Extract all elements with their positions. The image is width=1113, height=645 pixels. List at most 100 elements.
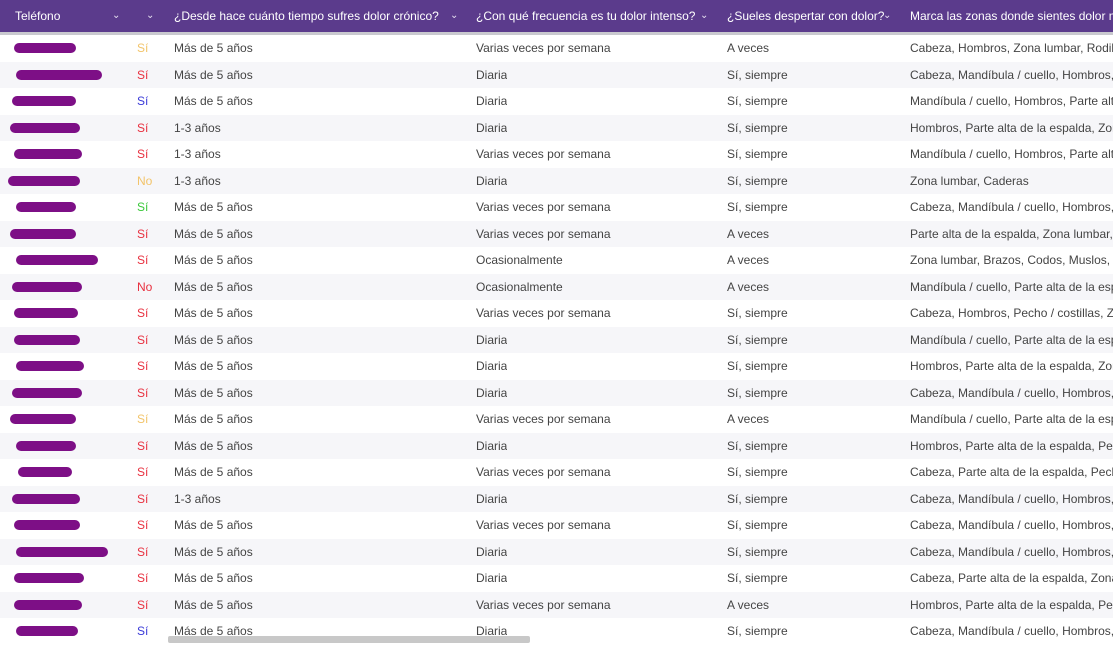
table-row[interactable]: Sí Más de 5 años Diaria Sí, siempre Hombros,… [0, 432, 1113, 459]
zones-cell: Mandíbula / cuello, Parte alta de la esp [910, 279, 1113, 294]
table-row[interactable]: Sí Más de 5 años Varias veces por semana A … [0, 35, 1113, 62]
frequency-cell: Diaria [476, 571, 508, 585]
flag-cell: Sí [137, 200, 149, 214]
table-row[interactable]: No Más de 5 años Ocasionalmente A veces Mand… [0, 273, 1113, 300]
wake-cell: Sí, siempre [727, 147, 788, 161]
flag-cell: Sí [137, 332, 149, 347]
redacted-phone [12, 281, 82, 292]
frequency-cell: Diaria [476, 438, 508, 453]
flag-cell: Sí [137, 518, 149, 532]
column-header-tiempo[interactable]: ¿Desde hace cuánto tiempo sufres dolor c… [174, 0, 439, 32]
column-header-telefono[interactable]: Teléfono [15, 0, 60, 32]
table-row[interactable]: Sí 1-3 años Diaria Sí, siempre Cabeza, Mandí… [0, 485, 1113, 512]
flag-cell: Sí [137, 624, 149, 638]
table-row[interactable]: Sí 1-3 años Diaria Sí, siempre Hombros, Part… [0, 114, 1113, 141]
table-row[interactable]: Sí 1-3 años Varias veces por semana Sí, sie… [0, 141, 1113, 168]
column-header-despertar[interactable]: ¿Sueles despertar con dolor? [727, 0, 884, 32]
flag-cell: Sí [137, 253, 149, 267]
table-row[interactable]: Sí Más de 5 años Diaria Sí, siempre Cabeza, … [0, 618, 1113, 645]
flag-cell: No [137, 173, 153, 188]
redacted-phone [16, 626, 78, 636]
table-body: Sí Más de 5 años Varias veces por semana A … [0, 35, 1113, 645]
chevron-down-icon[interactable]: ⌄ [450, 0, 458, 32]
table-row[interactable]: Sí Más de 5 años Varias veces por semana Sí… [0, 300, 1113, 327]
wake-cell: Sí, siempre [727, 173, 788, 188]
flag-cell: Sí [137, 359, 149, 373]
redacted-phone [16, 361, 84, 371]
wake-cell: Sí, siempre [727, 67, 788, 82]
wake-cell: Sí, siempre [727, 491, 788, 506]
zones-cell: Hombros, Parte alta de la espalda, Zona [910, 359, 1113, 373]
redacted-phone [14, 599, 82, 610]
frequency-cell: Diaria [476, 332, 508, 347]
table-row[interactable]: Sí Más de 5 años Varias veces por semana Sí… [0, 194, 1113, 221]
zones-cell: Hombros, Parte alta de la espalda, Pech [910, 438, 1113, 453]
table-row[interactable]: Sí Más de 5 años Varias veces por semana A … [0, 591, 1113, 618]
table-row[interactable]: No 1-3 años Diaria Sí, siempre Zona lumbar, … [0, 167, 1113, 194]
zones-cell: Cabeza, Mandíbula / cuello, Hombros, I [910, 67, 1113, 82]
column-header-zonas[interactable]: Marca las zonas donde sientes dolor m [910, 0, 1113, 32]
table-row[interactable]: Sí Más de 5 años Varias veces por semana A … [0, 406, 1113, 433]
table-row[interactable]: Sí Más de 5 años Varias veces por semana Sí… [0, 512, 1113, 539]
frequency-cell: Diaria [476, 385, 508, 400]
table-row[interactable]: Sí Más de 5 años Varias veces por semana A … [0, 220, 1113, 247]
time-cell: Más de 5 años [174, 94, 253, 108]
zones-cell: Hombros, Parte alta de la espalda, Pech [910, 597, 1113, 612]
flag-cell: No [137, 279, 153, 294]
zones-cell: Hombros, Parte alta de la espalda, Zona [910, 120, 1113, 135]
redacted-phone [16, 440, 76, 451]
redacted-phone [14, 334, 80, 345]
time-cell: Más de 5 años [174, 226, 253, 241]
chevron-down-icon[interactable]: ⌄ [146, 0, 154, 32]
wake-cell: A veces [727, 412, 770, 426]
frequency-cell: Varias veces por semana [476, 597, 611, 612]
redacted-phone [12, 96, 76, 106]
zones-cell: Cabeza, Mandíbula / cuello, Hombros, I [910, 624, 1113, 638]
time-cell: Más de 5 años [174, 518, 253, 532]
zones-cell: Zona lumbar, Caderas [910, 173, 1029, 188]
time-cell: Más de 5 años [174, 597, 253, 612]
flag-cell: Sí [137, 306, 149, 320]
wake-cell: Sí, siempre [727, 624, 788, 638]
frequency-cell: Varias veces por semana [476, 226, 611, 241]
flag-cell: Sí [137, 120, 149, 135]
flag-cell: Sí [137, 597, 149, 612]
time-cell: Más de 5 años [174, 359, 253, 373]
horizontal-scrollbar[interactable] [168, 636, 530, 643]
zones-cell: Mandíbula / cuello, Parte alta de la esp [910, 332, 1113, 347]
time-cell: Más de 5 años [174, 332, 253, 347]
flag-cell: Sí [137, 438, 149, 453]
table-row[interactable]: Sí Más de 5 años Diaria Sí, siempre Cabeza, … [0, 565, 1113, 592]
chevron-down-icon[interactable]: ⌄ [700, 0, 708, 32]
table-row[interactable]: Sí Más de 5 años Varias veces por semana Sí… [0, 459, 1113, 486]
redacted-phone [12, 493, 80, 504]
table-row[interactable]: Sí Más de 5 años Diaria Sí, siempre Cabeza, … [0, 538, 1113, 565]
frequency-cell: Diaria [476, 67, 508, 82]
frequency-cell: Diaria [476, 94, 508, 108]
zones-cell: Cabeza, Mandíbula / cuello, Hombros, I [910, 518, 1113, 532]
redacted-phone [18, 467, 72, 477]
redacted-phone [14, 520, 80, 530]
column-header-frecuencia[interactable]: ¿Con qué frecuencia es tu dolor intenso? [476, 0, 695, 32]
table-row[interactable]: Sí Más de 5 años Diaria Sí, siempre Mandíbul… [0, 88, 1113, 115]
table-header: Teléfono ⌄ ⌄ ¿Desde hace cuánto tiempo s… [0, 0, 1113, 32]
flag-cell: Sí [137, 94, 149, 108]
zones-cell: Cabeza, Mandíbula / cuello, Hombros, I [910, 491, 1113, 506]
chevron-down-icon[interactable]: ⌄ [883, 0, 891, 32]
time-cell: Más de 5 años [174, 385, 253, 400]
redacted-phone [10, 414, 76, 424]
chevron-down-icon[interactable]: ⌄ [112, 0, 120, 32]
table-row[interactable]: Sí Más de 5 años Diaria Sí, siempre Hombros,… [0, 353, 1113, 380]
redacted-phone [16, 255, 98, 265]
wake-cell: A veces [727, 41, 770, 55]
zones-cell: Cabeza, Parte alta de la espalda, Pecho [910, 465, 1113, 479]
wake-cell: Sí, siempre [727, 306, 788, 320]
table-row[interactable]: Sí Más de 5 años Ocasionalmente A veces Zona… [0, 247, 1113, 274]
redacted-phone [10, 228, 76, 239]
frequency-cell: Varias veces por semana [476, 412, 611, 426]
table-row[interactable]: Sí Más de 5 años Diaria Sí, siempre Mandíbul… [0, 326, 1113, 353]
flag-cell: Sí [137, 491, 149, 506]
table-row[interactable]: Sí Más de 5 años Diaria Sí, siempre Cabeza, … [0, 61, 1113, 88]
table-row[interactable]: Sí Más de 5 años Diaria Sí, siempre Cabeza, … [0, 379, 1113, 406]
frequency-cell: Varias veces por semana [476, 518, 611, 532]
